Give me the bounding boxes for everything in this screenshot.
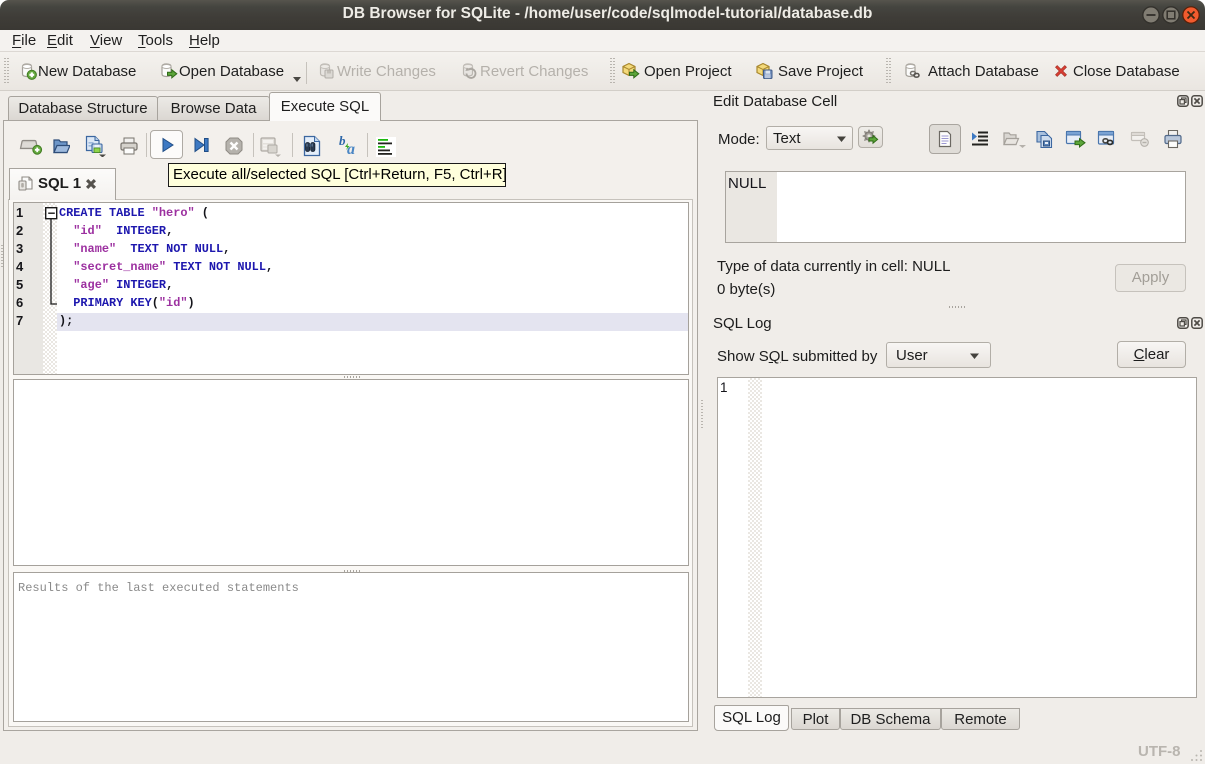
svg-text:a: a xyxy=(347,141,355,156)
svg-text:b: b xyxy=(339,134,346,148)
